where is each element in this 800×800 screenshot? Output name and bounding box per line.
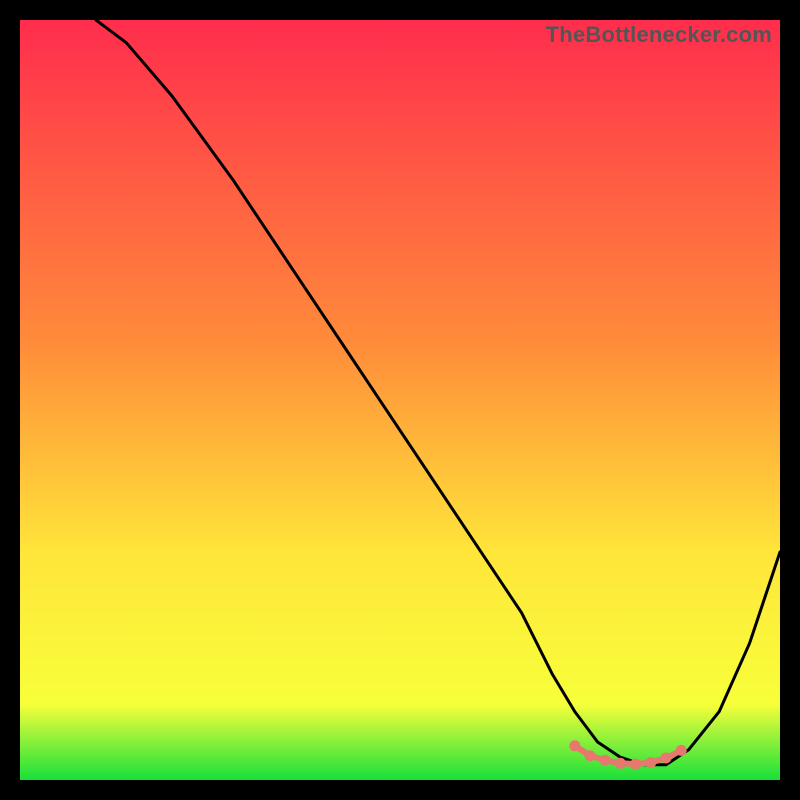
watermark-text: TheBottlenecker.com xyxy=(546,22,772,48)
optimal-range-dot xyxy=(645,757,656,768)
optimal-range-dot xyxy=(569,740,580,751)
optimal-range-dot xyxy=(676,745,687,756)
optimal-range-dot xyxy=(630,759,641,770)
gradient-background xyxy=(20,20,780,780)
optimal-range-dot xyxy=(600,755,611,766)
chart-outer-frame: TheBottlenecker.com xyxy=(20,20,780,780)
optimal-range-dot xyxy=(661,753,672,764)
optimal-range-dot xyxy=(585,750,596,761)
bottleneck-chart xyxy=(20,20,780,780)
optimal-range-dot xyxy=(615,758,626,769)
